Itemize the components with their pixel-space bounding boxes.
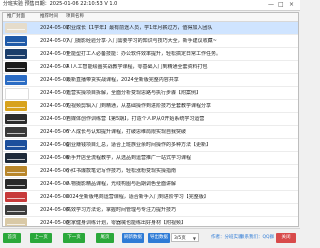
title-bar: 分班实验 预售日期：2025-01-06 22:10:53 V 1.0 — □ … [0,0,300,11]
next-page-button[interactable]: 下一页 [63,233,85,243]
bottom-toolbar: 首页 上一页 下一页 尾页 刷新数据 导出数据 3/5页 ▼ 作者：分班实验 联… [0,228,300,248]
minimize-button[interactable]: — [268,1,274,8]
prev-page-button[interactable]: 上一页 [30,233,52,243]
page-select[interactable]: 3/5页 ▼ [171,233,199,242]
row-title: 人物摄影精品课程，光线构图与后期调色全面讲解 [66,181,177,187]
col-header-name[interactable]: 项目名称 [66,14,84,20]
cover-thumbnail [5,179,27,189]
row-title: 运营实操项目拆解，全面分析变现思路与执行步骤【附案例】 [66,90,202,96]
table-row[interactable]: 2024-05-07 A I人工智能绘画实战教学课程，零基础入门到精通全套资料打包 [3,61,298,74]
table-row[interactable]: 2024-05-07 全能型打工人必备技能：办公软件效率提升，轻松搞定日常工作任务… [3,48,298,61]
table-row[interactable]: 2024-05-07 短视频剪辑入门到精通，从基础操作到进阶技巧全套教学课程分享 [3,100,298,113]
chevron-down-icon: ▼ [192,236,196,241]
contact-link[interactable]: 联系我们：QQ群 [240,235,274,241]
row-title: 高效学习方法论，掌握时间管理与专注力提升技巧 [66,207,177,213]
app-version: V 1.0 [104,1,118,7]
row-title: 入门摄影经验分享·入门需要学习的知识与技巧大全，新手建议收藏~ [66,38,217,44]
cover-thumbnail [5,127,27,137]
table-row[interactable]: 2024-05-07 入门摄影经验分享·入门需要学习的知识与技巧大全，新手建议收藏… [3,35,298,48]
table-row[interactable]: 2024-05-06 个人成长与认知提升课程，打破思维局限实现自我突破 [3,126,298,139]
author-link[interactable]: 作者：分班实验 [211,235,243,241]
cover-thumbnail [5,140,27,150]
maximize-button[interactable]: □ [278,1,284,8]
cover-thumbnail [5,166,27,176]
cover-thumbnail [5,23,27,33]
table-row[interactable]: 2024-05-06 小红书爆款笔记写作技巧，轻松涨粉变现实操指南 [3,165,298,178]
table-row[interactable]: 2024-05-06 人物摄影精品课程，光线构图与后期调色全面讲解 [3,178,298,191]
grid-header: 推广封面 推荐时间 项目名称 [3,13,298,22]
col-header-date[interactable]: 推荐时间 [40,14,58,20]
data-grid[interactable]: 推广封面 推荐时间 项目名称 2024-05-07 职业成长【1学年】最有前途人员… [2,12,299,227]
table-row[interactable]: 2024-05-07 自媒体创作训练营【第5期】，打造个人IP从0开始系统学习运营 [3,113,298,126]
row-title: 2024全新版电商运营课程，适合新手入门到进阶学习【完整版】 [66,194,209,200]
row-date: 2024-05-06 [40,207,70,213]
row-date: 2024-05-07 [40,90,70,96]
table-row[interactable]: 2024-05-06 2024全新版电商运营课程，适合新手入门到进阶学习【完整版】 [3,191,298,204]
cover-thumbnail [5,49,27,59]
table-row[interactable]: 2024-05-06 高效学习方法论，掌握时间管理与专注力提升技巧 [3,204,298,217]
app-subtitle: 预售日期：2025-01-06 22:10:53 [24,1,103,7]
window-title: 分班实验 预售日期：2025-01-06 22:10:53 V 1.0 [3,1,117,8]
close-button[interactable]: 关闭 [276,233,296,243]
row-date: 2024-05-07 [40,103,70,109]
close-window-button[interactable]: × [289,1,294,8]
row-title: 职业成长【1学年】最有前途人员，学1年月薪过万，值得加入团队 [66,25,213,31]
table-row[interactable]: 2024-05-06 居家健身训练计划，零器械也能练出好身材【附视频】 [3,217,298,226]
row-date: 2024-05-06 [40,194,70,200]
row-date: 2024-05-07 [40,38,70,44]
row-title: 最新直播带货实战课程，2024全新版完整内容共享 [66,77,179,83]
cover-thumbnail [5,75,27,85]
table-row[interactable]: 2024-05-07 职业成长【1学年】最有前途人员，学1年月薪过万，值得加入团队 [3,22,298,35]
row-date: 2024-05-06 [40,220,70,226]
cover-thumbnail [5,62,27,72]
row-date: 2024-05-06 [40,129,70,135]
row-title: A I人工智能绘画实战教学课程，零基础入门到精通全套资料打包 [66,64,208,70]
cover-thumbnail [5,36,27,46]
row-title: 新手开店全流程教学，从选品到运营推广一站式学习课程 [66,155,192,161]
row-title: 自媒体创作训练营【第5期】，打造个人IP从0开始系统学习运营 [66,116,205,122]
row-title: 个人成长与认知提升课程，打破思维局限实现自我突破 [66,129,187,135]
row-title: 副业赚钱项目汇总，适合上班族业余时间操作的多种方法【更新】 [66,142,212,148]
row-title: 短视频剪辑入门到精通，从基础操作到进阶技巧全套教学课程分享 [66,103,212,109]
row-date: 2024-05-07 [40,64,70,70]
cover-thumbnail [5,114,27,124]
cover-thumbnail [5,153,27,163]
export-button[interactable]: 导出数据 [148,233,170,243]
app-title: 分班实验 [3,1,24,7]
refresh-button[interactable]: 刷新数据 [122,233,144,243]
cover-thumbnail [5,205,27,215]
table-row[interactable]: 2024-05-07 最新直播带货实战课程，2024全新版完整内容共享 [3,74,298,87]
table-row[interactable]: 2024-05-06 新手开店全流程教学，从选品到运营推广一站式学习课程 [3,152,298,165]
table-row[interactable]: 2024-05-07 运营实操项目拆解，全面分析变现思路与执行步骤【附案例】 [3,87,298,100]
row-date: 2024-05-07 [40,25,70,31]
row-title: 全能型打工人必备技能：办公软件效率提升，轻松搞定日常工作任务。 [66,51,222,57]
first-page-button[interactable]: 首页 [3,233,21,243]
row-date: 2024-05-06 [40,181,70,187]
page-select-value: 3/5页 [174,236,186,241]
col-header-cover[interactable]: 推广封面 [7,14,25,20]
row-date: 2024-05-06 [40,155,70,161]
cover-thumbnail [5,88,29,100]
cover-thumbnail [5,101,27,111]
table-row[interactable]: 2024-05-06 副业赚钱项目汇总，适合上班族业余时间操作的多种方法【更新】 [3,139,298,152]
row-date: 2024-05-07 [40,77,70,83]
row-date: 2024-05-07 [40,51,70,57]
row-date: 2024-05-07 [40,116,70,122]
cover-thumbnail [5,192,27,202]
row-date: 2024-05-06 [40,142,70,148]
cover-thumbnail [5,218,27,226]
row-title: 小红书爆款笔记写作技巧，轻松涨粉变现实操指南 [66,168,177,174]
row-date: 2024-05-06 [40,168,70,174]
last-page-button[interactable]: 尾页 [96,233,114,243]
row-title: 居家健身训练计划，零器械也能练出好身材【附视频】 [66,220,187,226]
